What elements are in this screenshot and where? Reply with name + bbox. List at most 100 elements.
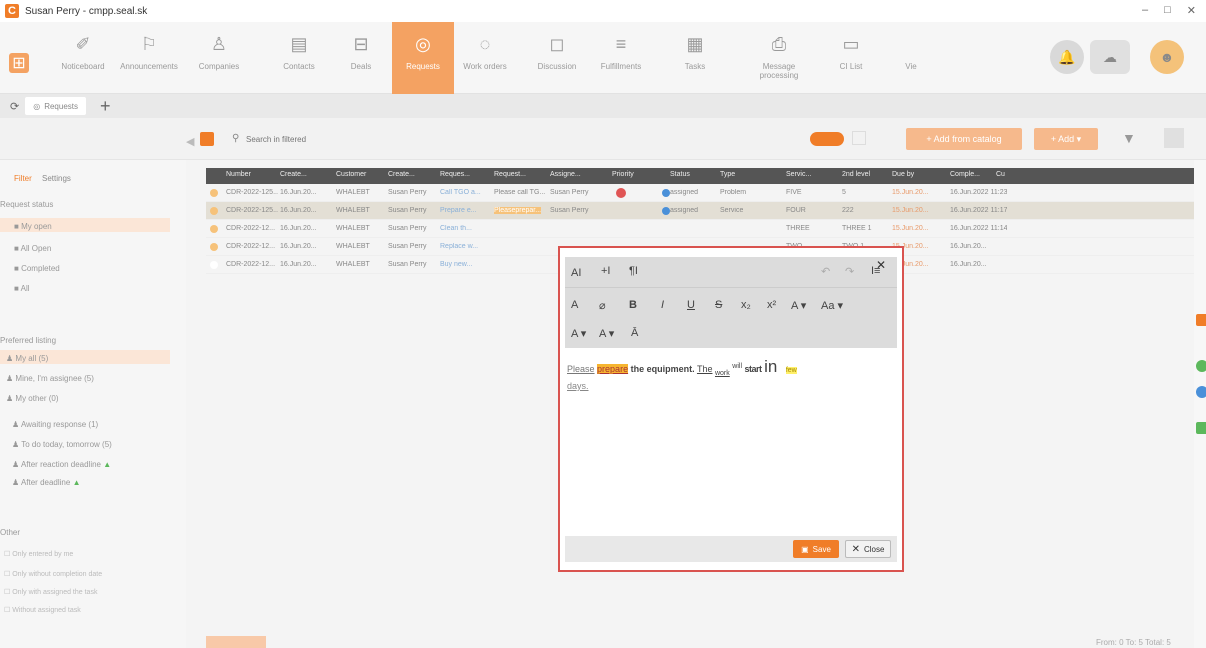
italic-button[interactable]: I [661, 299, 664, 311]
toolbar-requests-button[interactable]: ◎ Requests [392, 22, 454, 94]
green-square-icon[interactable] [1196, 422, 1206, 434]
toolbar-contacts-button[interactable]: ▤ Contacts [268, 22, 330, 94]
toolbar-companies-button[interactable]: ♙ Companies [188, 22, 250, 94]
dialog-close-icon[interactable]: ✕ [876, 258, 886, 272]
checkbox-without-completion[interactable]: ☐ Only without completion date [4, 570, 102, 578]
toolbar-view-button[interactable]: Vie [880, 22, 942, 94]
detail-mode-button[interactable] [206, 636, 266, 648]
cloud-status-icon[interactable]: ☁ [1090, 40, 1130, 74]
font-size-dropdown[interactable]: A ▾ [791, 299, 806, 312]
underline-button[interactable]: U [687, 299, 695, 311]
listing-mine-assignee[interactable]: ♟ Mine, I'm assignee (5) [6, 374, 94, 383]
subscript-button[interactable]: x₂ [741, 299, 751, 311]
minimize-button[interactable]: – [1142, 4, 1148, 17]
word-work: work [714, 369, 730, 377]
insert-button[interactable]: +I [601, 265, 610, 277]
ai-button[interactable]: AI [571, 267, 581, 279]
listing-after-deadline[interactable]: ♟ After deadline ▲ [12, 478, 80, 487]
companies-icon: ♙ [210, 34, 228, 54]
tab-requests[interactable]: ◎ Requests [25, 97, 86, 115]
paragraph-button[interactable]: ¶I [629, 265, 638, 277]
grid-view-icon[interactable] [200, 132, 214, 146]
font-case-dropdown[interactable]: Aa ▾ [821, 299, 843, 312]
status-dot-icon [662, 189, 670, 197]
strikethrough-button[interactable]: S [715, 299, 722, 311]
column-header[interactable]: Due by [892, 171, 914, 178]
close-button[interactable]: ✕ Close [845, 540, 891, 558]
green-action-icon[interactable] [1196, 360, 1206, 372]
column-header[interactable]: Status [670, 171, 690, 178]
toolbar-message-button[interactable]: ⎙ Message processing [748, 22, 810, 94]
column-header[interactable]: Assigne... [550, 171, 581, 178]
toolbar-tasks-button[interactable]: ▦ Tasks [664, 22, 726, 94]
column-header[interactable]: Create... [280, 171, 307, 178]
sidebar-item-all-open[interactable]: ■ All Open [14, 244, 51, 253]
undo-icon[interactable]: ↶ [821, 265, 830, 278]
table-row[interactable]: CDR-2022-12... 16.Jun.20... WHALEBT Susan P… [206, 220, 1206, 238]
apps-grid-icon[interactable]: ⊞ [9, 53, 29, 73]
column-header[interactable]: Request... [494, 171, 526, 178]
column-header[interactable]: Type [720, 171, 735, 178]
toolbar-megaphone-button[interactable]: ✐ Noticeboard [52, 22, 114, 94]
column-header[interactable]: Number [226, 171, 251, 178]
listing-label: After reaction deadline [20, 460, 102, 469]
clear-format-icon[interactable]: Ā [631, 327, 638, 339]
listing-awaiting[interactable]: ♟ Awaiting response (1) [12, 420, 98, 429]
notification-icon[interactable]: 🔔 [1050, 40, 1084, 74]
highlight-icon[interactable]: ⌀ [599, 299, 606, 312]
blue-action-icon[interactable] [1196, 386, 1206, 398]
table-row[interactable]: CDR-2022-125... 16.Jun.20... WHALEBT Susan … [206, 184, 1206, 202]
text-color-icon[interactable]: A [571, 299, 578, 311]
close-window-button[interactable]: ✕ [1187, 4, 1196, 17]
toggle-switch[interactable] [810, 132, 844, 146]
listing-my-other[interactable]: ♟ My other (0) [6, 394, 59, 403]
column-header[interactable]: Create... [388, 171, 415, 178]
maximize-button[interactable]: □ [1164, 4, 1171, 17]
superscript-button[interactable]: x² [767, 299, 776, 311]
table-row[interactable]: CDR-2022-125... 16.Jun.20... WHALEBT Susan … [206, 202, 1206, 220]
filter-tab[interactable]: Filter [14, 174, 32, 183]
column-header[interactable]: Cu [996, 171, 1005, 178]
sidebar-item-all[interactable]: ■ All [14, 284, 30, 293]
list-view-icon[interactable] [852, 131, 866, 145]
back-icon[interactable]: ◀ [186, 135, 194, 148]
column-header[interactable]: Servic... [786, 171, 811, 178]
add-tab-icon[interactable]: + [100, 96, 111, 117]
save-button[interactable]: ▣ Save [793, 540, 839, 558]
toolbar-fulfillments-button[interactable]: ≡ Fulfillments [590, 22, 652, 94]
bold-button[interactable]: B [629, 299, 637, 311]
editor-content[interactable]: Please prepare the equipment. The work w… [567, 358, 887, 393]
sidebar-item-my-open[interactable]: ■ My open [14, 222, 52, 231]
column-header[interactable]: 2nd level [842, 171, 870, 178]
bg-color-dropdown[interactable]: A ▾ [599, 327, 614, 340]
user-avatar[interactable]: ☻ [1150, 40, 1184, 74]
add-from-catalog-button[interactable]: + Add from catalog [906, 128, 1022, 150]
settings-tab[interactable]: Settings [42, 174, 71, 183]
column-header[interactable]: Comple... [950, 171, 980, 178]
listing-after-reaction[interactable]: ♟ After reaction deadline ▲ [12, 460, 111, 469]
checkbox-entered-by-me[interactable]: ☐ Only entered by me [4, 550, 73, 558]
edit-view-icon[interactable] [1164, 128, 1184, 148]
listing-todo[interactable]: ♟ To do today, tomorrow (5) [12, 440, 112, 449]
checkbox-without-task[interactable]: ☐ Without assigned task [4, 606, 81, 614]
refresh-icon[interactable]: ⟳ [10, 100, 19, 113]
toolbar-discussion-button[interactable]: ◻ Discussion [526, 22, 588, 94]
filter-icon[interactable]: ▼ [1122, 130, 1136, 146]
table-cell: Problem [720, 189, 747, 196]
orange-square-icon[interactable] [1196, 314, 1206, 326]
toolbar-cilist-button[interactable]: ▭ CI List [820, 22, 882, 94]
listing-my-all[interactable]: ♟ My all (5) [6, 354, 48, 363]
checkbox-with-task[interactable]: ☐ Only with assigned the task [4, 588, 97, 596]
redo-icon[interactable]: ↷ [845, 265, 854, 278]
column-header[interactable]: Customer [336, 171, 366, 178]
search-input[interactable] [246, 131, 546, 147]
sidebar-item-completed[interactable]: ■ Completed [14, 264, 60, 273]
font-color-dropdown[interactable]: A ▾ [571, 327, 586, 340]
toolbar-announce-button[interactable]: ⚐ Announcements [118, 22, 180, 94]
toolbar-deals-button[interactable]: ⊟ Deals [330, 22, 392, 94]
add-button[interactable]: + Add ▾ [1034, 128, 1098, 150]
column-header[interactable]: Priority [612, 171, 634, 178]
table-cell: 16.Jun.20... [280, 243, 317, 250]
column-header[interactable]: Reques... [440, 171, 470, 178]
toolbar-workorders-button[interactable]: ◌ Work orders [454, 22, 516, 94]
